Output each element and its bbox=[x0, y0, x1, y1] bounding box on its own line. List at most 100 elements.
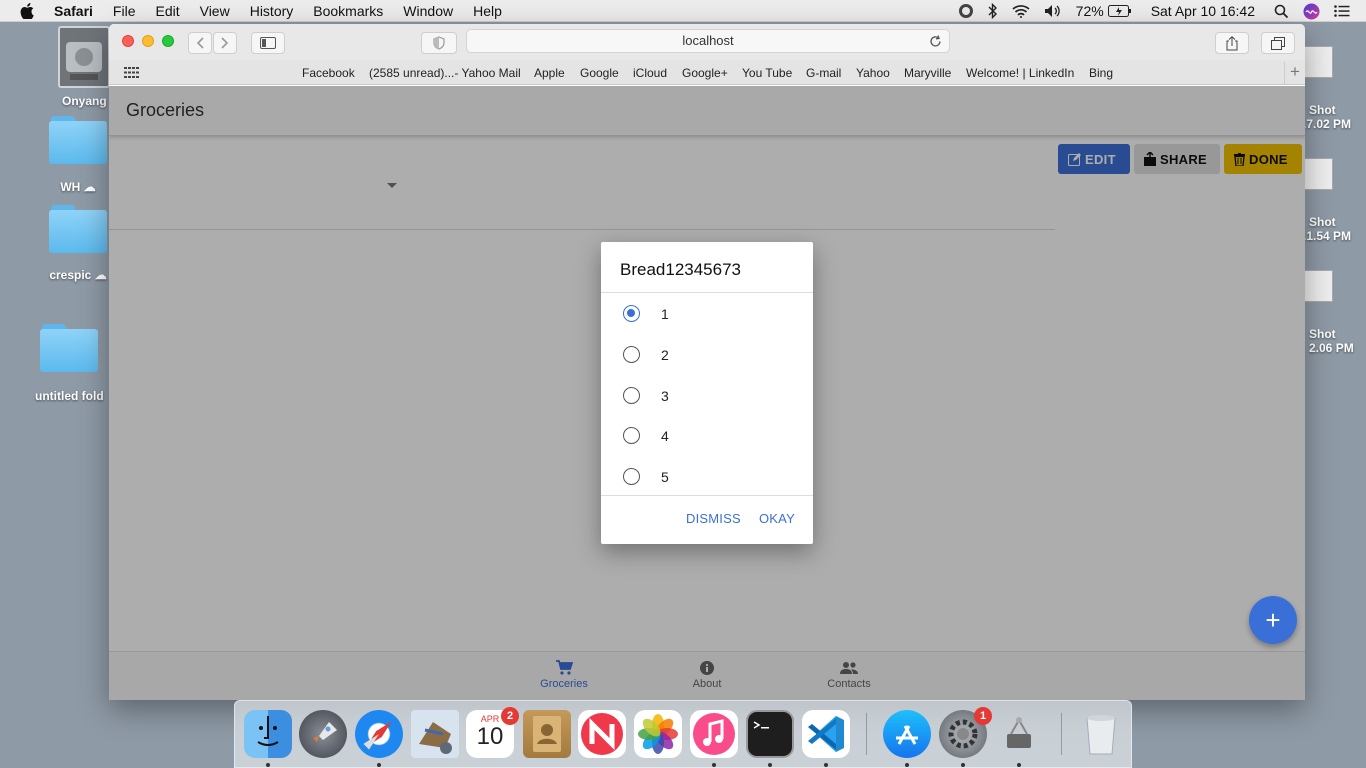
bookmark-gmail[interactable]: G-mail bbox=[806, 66, 841, 80]
bookmark-yahoo[interactable]: Yahoo bbox=[856, 66, 890, 80]
desktop-icon-label: crespic ☁ bbox=[49, 268, 107, 282]
running-indicator bbox=[266, 763, 270, 767]
add-item-fab-button[interactable]: + bbox=[1249, 596, 1297, 644]
bookmarks-bar: Facebook (2585 unread)...- Yahoo Mail Ap… bbox=[109, 60, 1305, 85]
back-button[interactable] bbox=[188, 32, 212, 54]
menu-view[interactable]: View bbox=[190, 0, 240, 22]
trash-icon[interactable] bbox=[1077, 710, 1125, 758]
bookmark-maryville[interactable]: Maryville bbox=[904, 66, 951, 80]
desktop-icon-label: untitled fold bbox=[35, 389, 104, 403]
finder-icon[interactable] bbox=[244, 710, 292, 758]
menu-bookmarks[interactable]: Bookmarks bbox=[303, 0, 393, 22]
system-preferences-badge: 1 bbox=[974, 707, 992, 725]
bookmark-google-plus[interactable]: Google+ bbox=[682, 66, 728, 80]
desktop-folder-wh[interactable]: WH ☁ bbox=[48, 116, 108, 194]
bookmark-linkedin[interactable]: Welcome! | LinkedIn bbox=[966, 66, 1074, 80]
tabs-icon bbox=[1271, 36, 1285, 50]
desktop-screenshot-3[interactable]: Shot 2.06 PM bbox=[1309, 327, 1354, 355]
screen-recorder-icon[interactable] bbox=[951, 0, 981, 22]
sidebar-icon bbox=[260, 37, 276, 49]
safari-app-icon[interactable] bbox=[355, 710, 403, 758]
bookmark-google[interactable]: Google bbox=[580, 66, 619, 80]
quantity-dialog: Bread12345673 1 2 3 4 5 DISMISS OKAY bbox=[601, 242, 813, 544]
radio-unchecked-icon[interactable] bbox=[623, 468, 640, 485]
folder-icon bbox=[49, 116, 107, 164]
screenshot-thumbnail[interactable] bbox=[1303, 46, 1333, 78]
dock-separator bbox=[866, 713, 867, 755]
dismiss-button[interactable]: DISMISS bbox=[686, 511, 741, 526]
tab-overview-button[interactable] bbox=[1261, 32, 1295, 54]
plus-icon: + bbox=[1265, 604, 1281, 635]
address-bar[interactable]: localhost bbox=[466, 29, 950, 53]
radio-option-2[interactable]: 2 bbox=[601, 334, 813, 375]
radio-option-3[interactable]: 3 bbox=[601, 375, 813, 416]
reload-icon[interactable] bbox=[929, 35, 942, 48]
battery-status[interactable]: 72% bbox=[1069, 0, 1139, 22]
running-indicator bbox=[961, 763, 965, 767]
desktop-folder-untitled[interactable]: untitled fold bbox=[30, 324, 108, 403]
bookmark-yahoo-mail[interactable]: (2585 unread)...- Yahoo Mail bbox=[369, 66, 521, 80]
screenshot-thumbnail[interactable] bbox=[1303, 270, 1333, 302]
radio-unchecked-icon[interactable] bbox=[623, 387, 640, 404]
desktop-icon-label: Onyang bbox=[62, 94, 107, 108]
notification-center-icon[interactable] bbox=[1327, 0, 1366, 22]
bookmark-facebook[interactable]: Facebook bbox=[302, 66, 355, 80]
menu-window[interactable]: Window bbox=[393, 0, 463, 22]
music-app-icon[interactable] bbox=[690, 710, 738, 758]
menu-edit[interactable]: Edit bbox=[145, 0, 189, 22]
okay-button[interactable]: OKAY bbox=[759, 511, 795, 526]
wifi-icon[interactable] bbox=[1005, 0, 1037, 22]
menu-bar: Safari File Edit View History Bookmarks … bbox=[0, 0, 1366, 22]
mail-app-icon[interactable] bbox=[411, 710, 459, 758]
clock[interactable]: Sat Apr 10 16:42 bbox=[1139, 0, 1267, 22]
radio-checked-icon[interactable] bbox=[623, 305, 640, 322]
radio-option-1[interactable]: 1 bbox=[601, 293, 813, 334]
menu-help[interactable]: Help bbox=[463, 0, 512, 22]
photos-app-icon[interactable] bbox=[634, 710, 682, 758]
bookmark-bing[interactable]: Bing bbox=[1089, 66, 1113, 80]
top-sites-grid-icon[interactable] bbox=[124, 67, 139, 78]
desktop-disk-onyang[interactable]: Onyang bbox=[56, 26, 112, 108]
dock: APR 10 2 1 bbox=[234, 700, 1132, 768]
zoom-window-button[interactable] bbox=[162, 35, 174, 47]
contacts-app-icon[interactable] bbox=[523, 710, 571, 758]
launchpad-icon[interactable] bbox=[299, 710, 347, 758]
bookmark-icloud[interactable]: iCloud bbox=[633, 66, 667, 80]
minimize-window-button[interactable] bbox=[142, 35, 154, 47]
share-page-button[interactable] bbox=[1215, 32, 1249, 54]
forward-button[interactable] bbox=[213, 32, 237, 54]
vscode-app-icon[interactable] bbox=[802, 710, 850, 758]
siri-icon[interactable] bbox=[1296, 0, 1327, 22]
desktop-icon-label: WH ☁ bbox=[60, 180, 96, 194]
screen-utility-icon[interactable] bbox=[995, 710, 1043, 758]
menu-history[interactable]: History bbox=[240, 0, 304, 22]
privacy-report-button[interactable] bbox=[421, 32, 457, 54]
radio-unchecked-icon[interactable] bbox=[623, 346, 640, 363]
running-indicator bbox=[1017, 763, 1021, 767]
radio-option-4[interactable]: 4 bbox=[601, 415, 813, 456]
close-window-button[interactable] bbox=[122, 35, 134, 47]
news-app-icon[interactable] bbox=[578, 710, 626, 758]
bluetooth-icon[interactable] bbox=[981, 0, 1005, 22]
running-indicator bbox=[768, 763, 772, 767]
bookmark-youtube[interactable]: You Tube bbox=[742, 66, 792, 80]
menu-file[interactable]: File bbox=[103, 0, 146, 22]
app-store-icon[interactable] bbox=[883, 710, 931, 758]
desktop-screenshot-1[interactable]: Shot .7.02 PM bbox=[1303, 103, 1351, 131]
radio-unchecked-icon[interactable] bbox=[623, 427, 640, 444]
apple-menu-icon[interactable] bbox=[0, 2, 44, 19]
desktop-screenshot-2[interactable]: Shot .1.54 PM bbox=[1303, 215, 1351, 243]
sidebar-toggle-button[interactable] bbox=[251, 32, 285, 54]
desktop-folder-crespic[interactable]: crespic ☁ bbox=[42, 205, 114, 282]
menu-app-name[interactable]: Safari bbox=[44, 0, 103, 22]
running-indicator bbox=[824, 763, 828, 767]
bookmark-apple[interactable]: Apple bbox=[534, 66, 565, 80]
volume-icon[interactable] bbox=[1037, 0, 1069, 22]
screenshot-thumbnail[interactable] bbox=[1303, 158, 1333, 190]
battery-icon bbox=[1107, 5, 1131, 17]
radio-option-5[interactable]: 5 bbox=[601, 456, 813, 497]
terminal-app-icon[interactable] bbox=[746, 710, 794, 758]
cloud-icon: ☁ bbox=[83, 180, 96, 194]
new-tab-plus-icon[interactable]: + bbox=[1284, 62, 1305, 84]
spotlight-search-icon[interactable] bbox=[1267, 0, 1296, 22]
